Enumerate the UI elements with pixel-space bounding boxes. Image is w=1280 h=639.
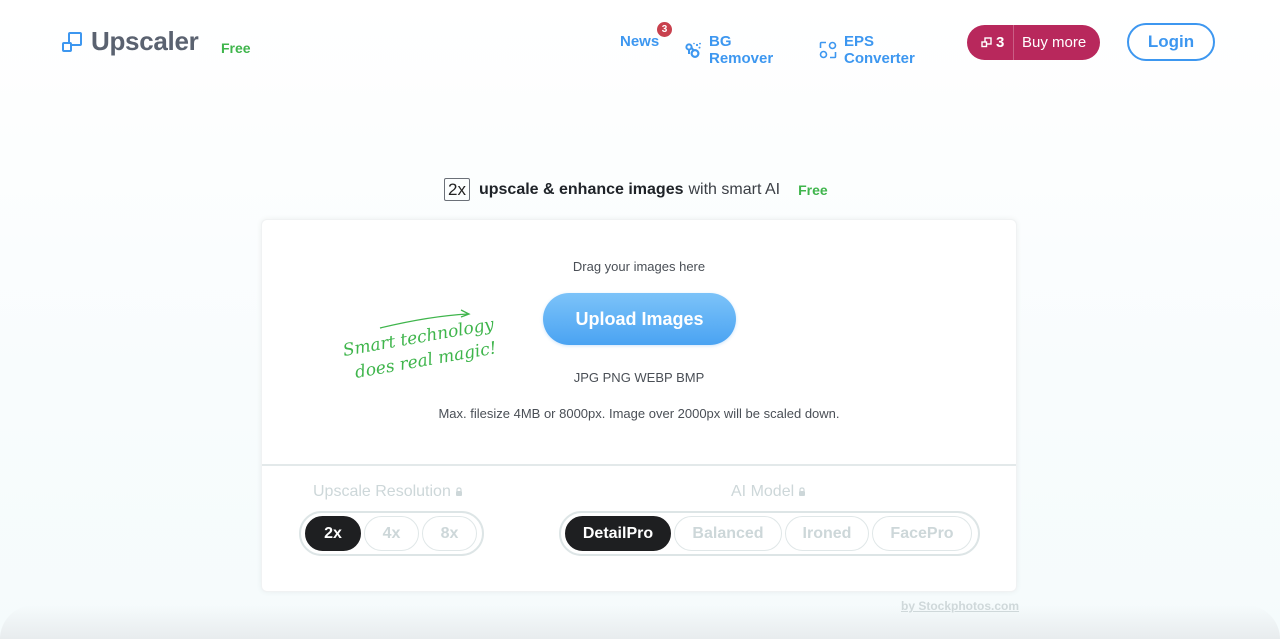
divider	[262, 464, 1016, 466]
resolution-option-8x[interactable]: 8x	[422, 516, 477, 551]
headline: 2x upscale & enhance images with smart A…	[444, 178, 828, 201]
model-option-facepro[interactable]: FacePro	[872, 516, 972, 551]
upscale-resolution-label-text: Upscale Resolution	[313, 483, 451, 500]
logo-text: Upscaler	[91, 26, 199, 56]
upscaler-logo-icon	[62, 31, 82, 52]
news-count-badge: 3	[657, 22, 672, 37]
nav-news-label: News	[620, 33, 660, 50]
headline-bold-text: upscale & enhance images	[478, 180, 684, 198]
headline-free-badge: Free	[798, 181, 828, 198]
bg-remover-icon	[685, 42, 702, 59]
buy-more-button[interactable]: 3 Buy more	[967, 25, 1100, 60]
stockphotos-credit-link[interactable]: by Stockphotos.com	[901, 599, 1019, 613]
model-option-balanced[interactable]: Balanced	[674, 516, 782, 551]
upload-images-button[interactable]: Upload Images	[543, 293, 736, 345]
headline-normal-text: with smart AI	[688, 180, 781, 198]
model-option-ironed[interactable]: Ironed	[785, 516, 869, 551]
nav-bg-remover-label: BG Remover	[709, 33, 774, 67]
nav-eps-converter-label: EPS Converter	[844, 33, 915, 67]
nav-news[interactable]: News 3	[620, 22, 672, 50]
supported-formats: JPG PNG WEBP BMP	[573, 370, 705, 385]
model-option-detailpro[interactable]: DetailPro	[565, 516, 671, 551]
upload-card[interactable]: Drag your images here Smart technology d…	[261, 219, 1017, 592]
plan-badge: Free	[221, 40, 251, 56]
lock-icon	[455, 487, 463, 497]
nav-bg-remover[interactable]: BG Remover	[685, 33, 773, 67]
file-limits: Max. filesize 4MB or 8000px. Image over …	[438, 406, 840, 421]
ai-model-label: AI Model	[731, 483, 806, 501]
lock-icon	[798, 487, 806, 497]
resolution-selector: 2x 4x 8x	[299, 511, 484, 556]
credits-icon	[981, 37, 992, 48]
logo-link[interactable]: Upscaler	[62, 26, 199, 57]
header: Upscaler Free News 3 BG Remover EPS Conv…	[0, 0, 1280, 84]
scale-box: 2x	[444, 178, 470, 201]
login-button[interactable]: Login	[1127, 23, 1215, 61]
eps-converter-icon	[819, 41, 837, 59]
resolution-option-4x[interactable]: 4x	[364, 516, 419, 551]
bottom-shade	[0, 605, 1280, 639]
credits-balance: 3	[967, 25, 1014, 60]
resolution-option-2x[interactable]: 2x	[305, 516, 361, 551]
ai-model-label-text: AI Model	[731, 483, 795, 500]
drag-drop-hint: Drag your images here	[572, 259, 706, 274]
credits-count: 3	[996, 34, 1005, 51]
ai-model-selector: DetailPro Balanced Ironed FacePro	[559, 511, 980, 556]
upscale-resolution-label: Upscale Resolution	[313, 483, 463, 501]
nav-eps-converter[interactable]: EPS Converter	[819, 33, 915, 67]
buy-more-label: Buy more	[1022, 34, 1087, 51]
